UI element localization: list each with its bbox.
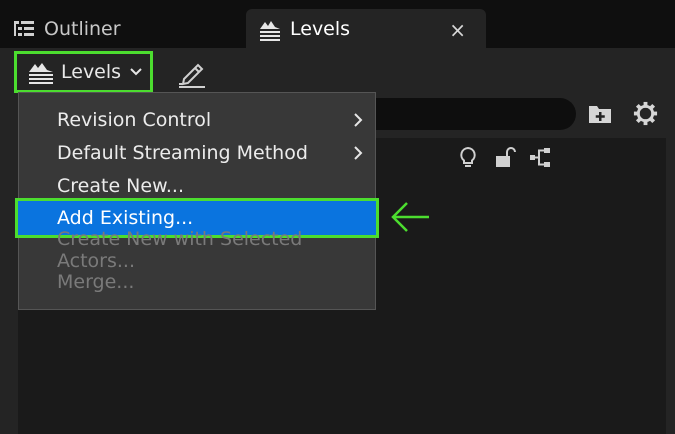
- menu-item-default-streaming-method[interactable]: Default Streaming Method: [19, 136, 375, 169]
- menu-item-label: Create New...: [57, 174, 184, 197]
- levels-icon: [260, 20, 280, 41]
- levels-icon: [29, 63, 53, 84]
- levels-dropdown-button[interactable]: Levels: [14, 51, 153, 93]
- close-icon[interactable]: ×: [449, 18, 466, 42]
- unlock-icon[interactable]: [492, 145, 518, 171]
- tab-outliner[interactable]: Outliner: [0, 9, 240, 48]
- tab-outliner-label: Outliner: [44, 17, 121, 40]
- annotation-arrow-icon: [391, 202, 429, 232]
- menu-item-label: Add Existing...: [57, 207, 194, 229]
- menu-item-label: Revision Control: [57, 108, 212, 131]
- hierarchy-icon[interactable]: [528, 145, 554, 171]
- gear-icon[interactable]: [632, 100, 659, 127]
- menu-item-merge: Merge...: [19, 265, 375, 298]
- levels-dropdown-menu: Revision Control Default Streaming Metho…: [15, 92, 379, 310]
- lightbulb-icon[interactable]: [455, 145, 481, 171]
- levels-dropdown-label: Levels: [61, 61, 122, 83]
- menu-item-label: Default Streaming Method: [57, 141, 308, 164]
- menu-item-create-new-with-selected-actors: Create New with Selected Actors...: [19, 228, 375, 272]
- pencil-edit-icon[interactable]: [176, 57, 208, 89]
- outliner-icon: [14, 20, 34, 36]
- tab-bar: Outliner Levels ×: [0, 0, 675, 48]
- menu-item-label: Merge...: [57, 270, 135, 293]
- chevron-right-icon: [354, 113, 363, 127]
- add-folder-icon[interactable]: [587, 101, 613, 127]
- tab-levels[interactable]: Levels ×: [246, 9, 486, 48]
- tab-levels-label: Levels: [290, 17, 351, 40]
- chevron-right-icon: [354, 146, 363, 160]
- menu-item-revision-control[interactable]: Revision Control: [19, 103, 375, 136]
- chevron-down-icon: [130, 68, 142, 76]
